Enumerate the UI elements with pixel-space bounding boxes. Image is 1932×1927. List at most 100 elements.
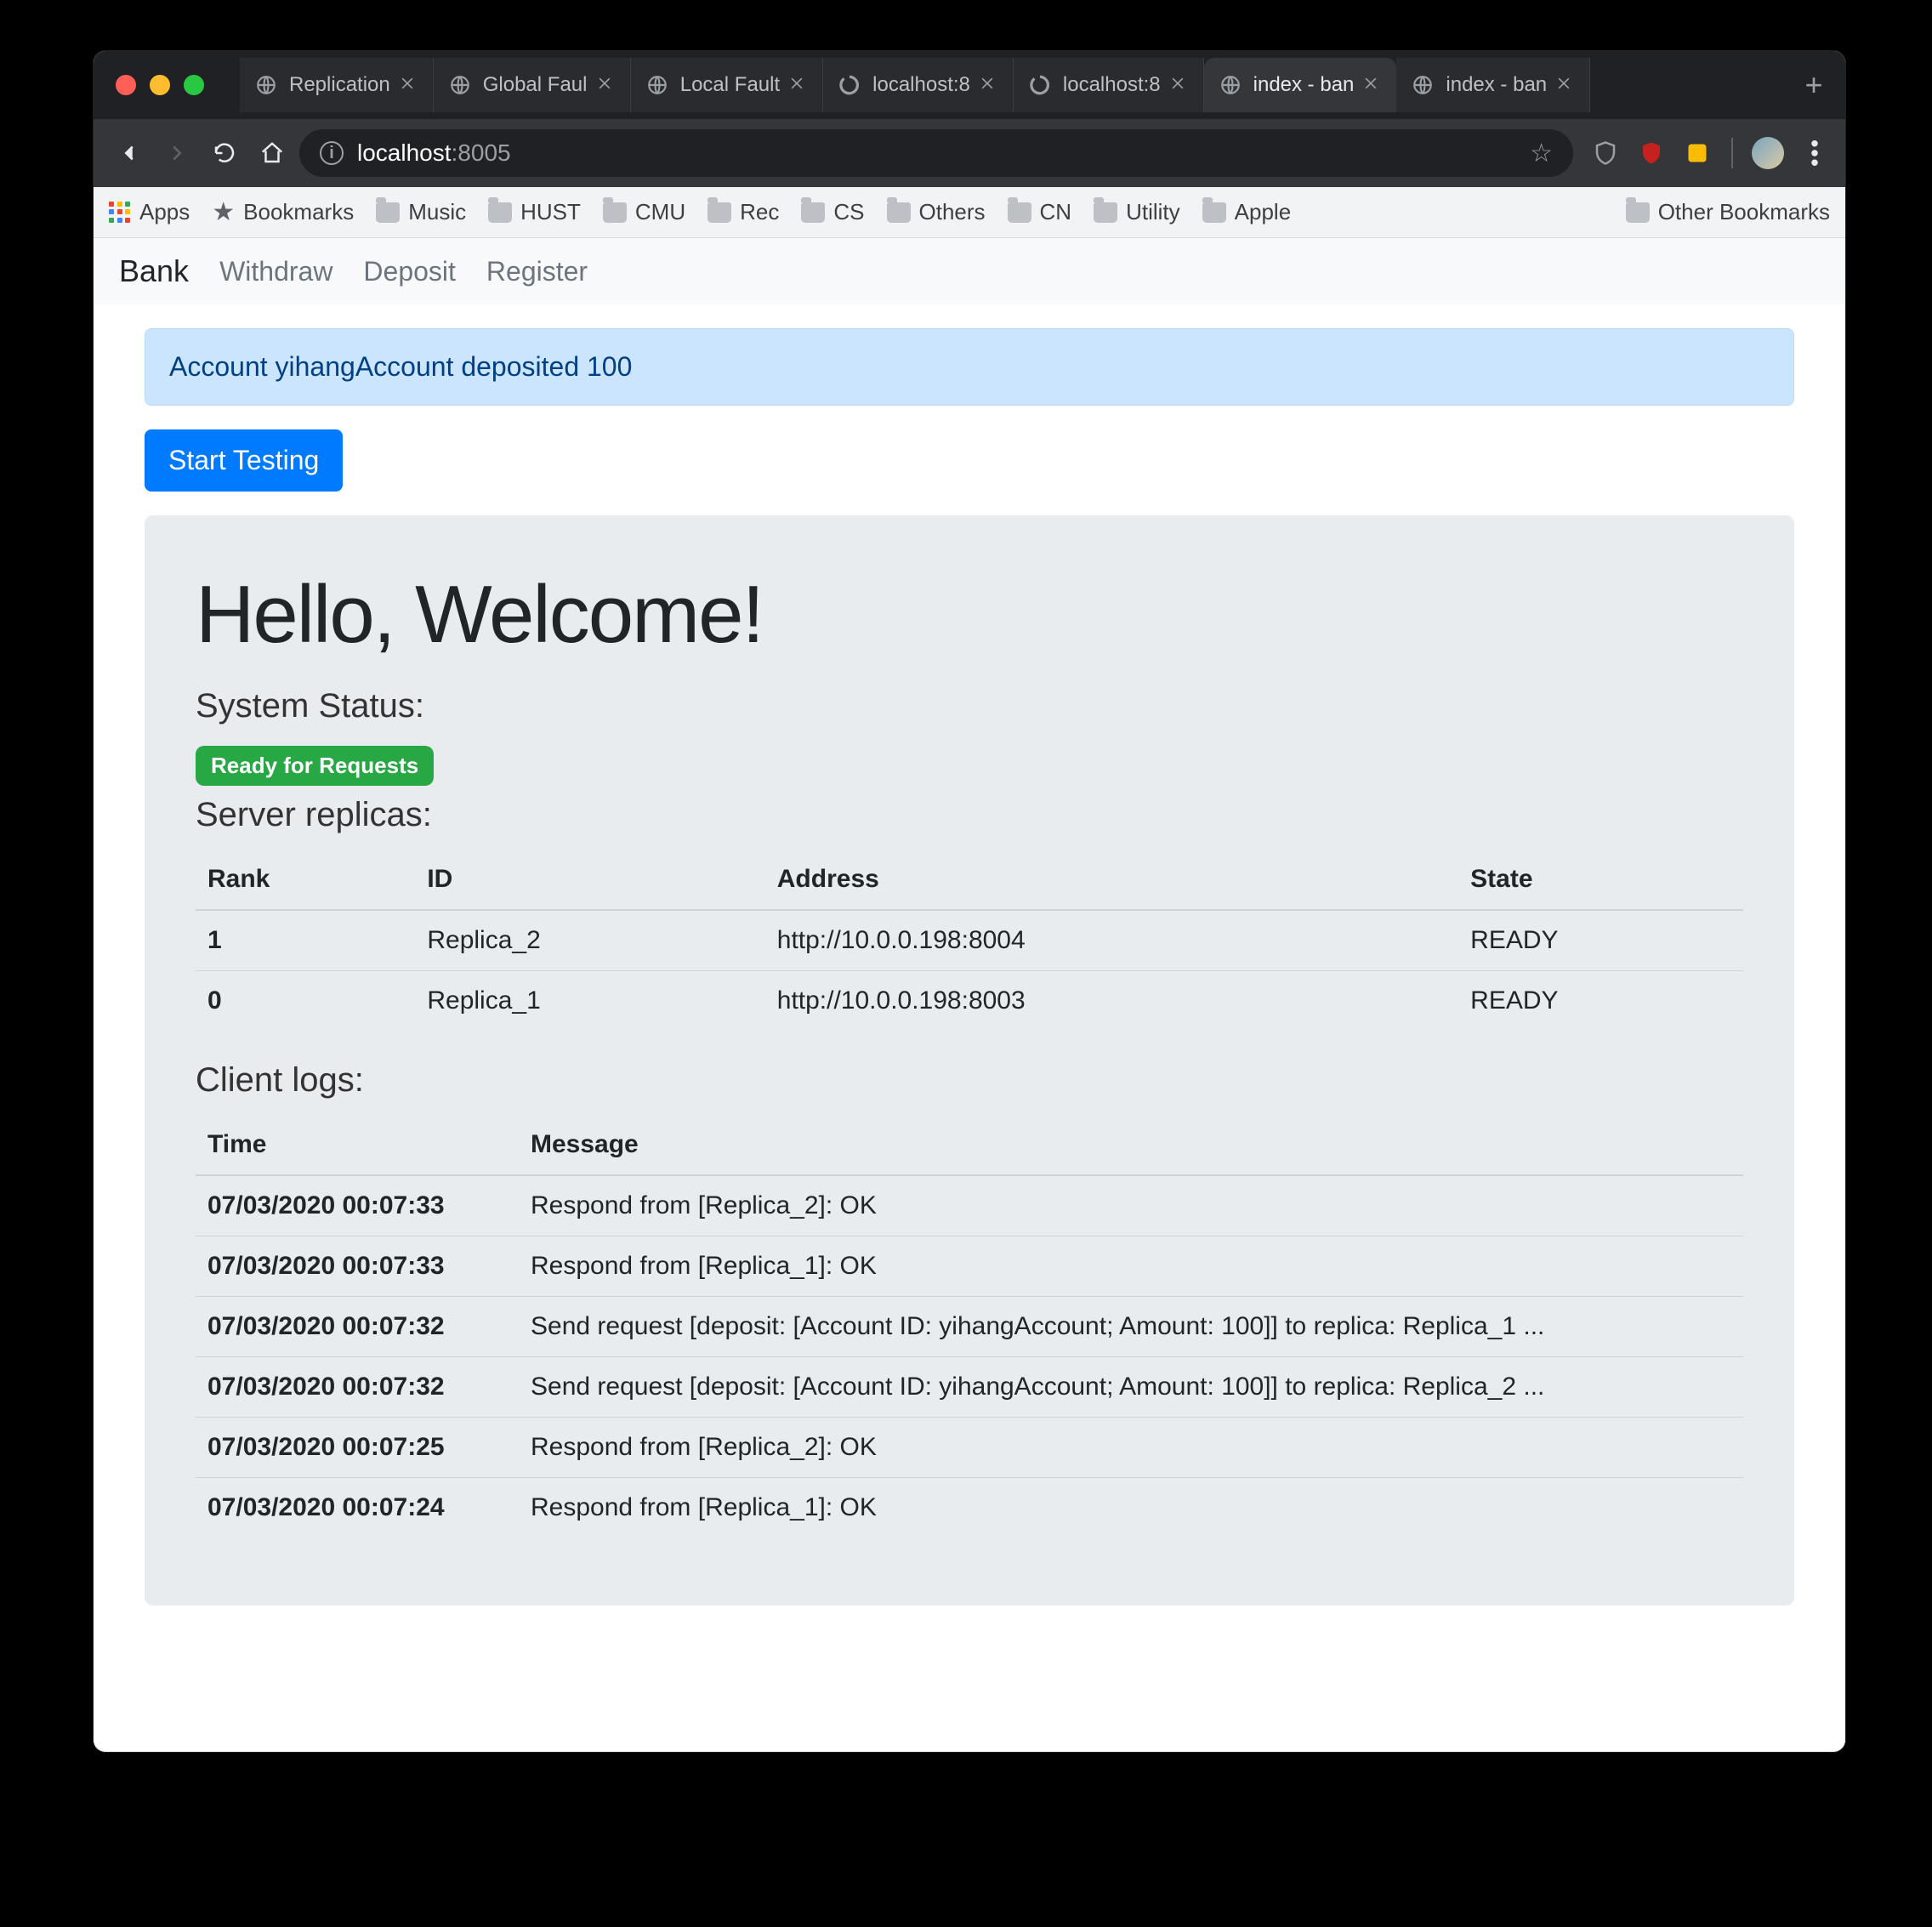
folder-icon	[707, 202, 731, 223]
profile-avatar[interactable]	[1752, 137, 1784, 169]
new-tab-button[interactable]: +	[1793, 64, 1835, 106]
close-tab-button[interactable]	[979, 74, 1001, 96]
tab-title: Replication	[289, 73, 390, 97]
cell-message: Send request [deposit: [Account ID: yiha…	[519, 1357, 1743, 1418]
cell-time: 07/03/2020 00:07:33	[196, 1175, 519, 1236]
col-message: Message	[519, 1115, 1743, 1175]
globe-icon	[255, 74, 277, 96]
col-time: Time	[196, 1115, 519, 1175]
browser-tab[interactable]: Global Fault	[434, 58, 631, 112]
maximize-window-button[interactable]	[184, 75, 204, 95]
folder-icon	[376, 202, 400, 223]
viewport[interactable]: Bank Withdraw Deposit Register Account y…	[94, 238, 1845, 1752]
close-tab-button[interactable]	[788, 74, 810, 96]
browser-tab[interactable]: Replication	[240, 58, 434, 112]
nav-register[interactable]: Register	[486, 256, 588, 287]
apps-shortcut[interactable]: Apps	[109, 199, 190, 225]
table-row: 07/03/2020 00:07:24Respond from [Replica…	[196, 1478, 1743, 1538]
cell-time: 07/03/2020 00:07:32	[196, 1357, 519, 1418]
close-tab-button[interactable]	[596, 74, 618, 96]
start-testing-button[interactable]: Start Testing	[145, 429, 343, 492]
minimize-window-button[interactable]	[150, 75, 170, 95]
cell-state: READY	[1458, 971, 1743, 1032]
tab-strip: Replication Global Fault Local Fault localh…	[240, 58, 1779, 112]
cell-state: READY	[1458, 910, 1743, 971]
cell-time: 07/03/2020 00:07:24	[196, 1478, 519, 1538]
bookmark-label: Apps	[139, 199, 190, 225]
bookmark-label: Utility	[1126, 199, 1180, 225]
browser-menu-button[interactable]	[1799, 138, 1830, 168]
nav-deposit[interactable]: Deposit	[363, 256, 456, 287]
cell-address: http://10.0.0.198:8003	[765, 971, 1458, 1032]
tab-title: Global Fault	[483, 73, 588, 97]
server-replicas-label: Server replicas:	[196, 796, 1743, 834]
table-row: 07/03/2020 00:07:32Send request [deposit…	[196, 1297, 1743, 1357]
col-rank: Rank	[196, 850, 415, 910]
bookmark-folder[interactable]: Others	[887, 199, 986, 225]
extension-shield-icon[interactable]	[1590, 138, 1621, 168]
status-badge: Ready for Requests	[196, 746, 434, 786]
bookmark-star-icon[interactable]: ☆	[1530, 139, 1553, 168]
bookmark-folder[interactable]: Apple	[1202, 199, 1292, 225]
tab-title: index - ban	[1253, 73, 1355, 97]
bookmark-folder[interactable]: HUST	[488, 199, 581, 225]
bookmark-folder[interactable]: Utility	[1094, 199, 1180, 225]
back-button[interactable]	[109, 133, 150, 173]
col-id: ID	[415, 850, 764, 910]
col-state: State	[1458, 850, 1743, 910]
system-status-label: System Status:	[196, 687, 1743, 725]
address-bar[interactable]: i localhost:8005 ☆	[299, 129, 1573, 177]
tab-title: localhost:8	[872, 73, 970, 97]
alert-text: Account yihangAccount deposited 100	[169, 351, 632, 382]
site-navbar: Bank Withdraw Deposit Register	[94, 238, 1845, 304]
cell-time: 07/03/2020 00:07:33	[196, 1236, 519, 1297]
cell-time: 07/03/2020 00:07:32	[196, 1297, 519, 1357]
bookmark-label: Others	[919, 199, 986, 225]
other-bookmarks[interactable]: Other Bookmarks	[1626, 199, 1830, 225]
jumbotron: Hello, Welcome! System Status: Ready for…	[145, 515, 1794, 1606]
reload-button[interactable]	[204, 133, 245, 173]
url-host: localhost	[357, 139, 452, 167]
table-row: 07/03/2020 00:07:25Respond from [Replica…	[196, 1418, 1743, 1478]
globe-icon	[1219, 74, 1242, 96]
browser-tab[interactable]: index - ban	[1204, 58, 1397, 112]
bookmark-label: CMU	[635, 199, 685, 225]
globe-icon	[449, 74, 471, 96]
bookmark-label: CS	[833, 199, 864, 225]
bookmark-label: CN	[1040, 199, 1072, 225]
browser-tab[interactable]: localhost:8	[823, 58, 1014, 112]
site-info-icon[interactable]: i	[320, 141, 344, 165]
forward-button[interactable]	[156, 133, 197, 173]
bookmark-folder[interactable]: CS	[801, 199, 864, 225]
close-tab-button[interactable]	[399, 74, 421, 96]
bookmark-folder[interactable]: Rec	[707, 199, 779, 225]
bookmark-folder[interactable]: CN	[1008, 199, 1072, 225]
browser-tab[interactable]: index - ban	[1396, 58, 1590, 112]
brand[interactable]: Bank	[119, 253, 189, 289]
bookmark-label: Apple	[1235, 199, 1292, 225]
close-window-button[interactable]	[116, 75, 136, 95]
apps-icon	[109, 202, 131, 224]
close-tab-button[interactable]	[1169, 74, 1191, 96]
folder-icon	[887, 202, 911, 223]
browser-tab[interactable]: Local Fault	[631, 58, 823, 112]
extension-note-icon[interactable]	[1682, 138, 1713, 168]
cell-address: http://10.0.0.198:8004	[765, 910, 1458, 971]
bookmark-folder[interactable]: Music	[376, 199, 466, 225]
bookmark-label: Rec	[740, 199, 779, 225]
main-container: Account yihangAccount deposited 100 Star…	[94, 304, 1845, 1629]
client-logs-label: Client logs:	[196, 1061, 1743, 1100]
cell-message: Respond from [Replica_1]: OK	[519, 1236, 1743, 1297]
tab-title: localhost:8	[1063, 73, 1161, 97]
replicas-table: Rank ID Address State 1Replica_2http://1…	[196, 850, 1743, 1031]
separator	[1731, 138, 1733, 168]
home-button[interactable]	[252, 133, 293, 173]
bookmark-item[interactable]: ★Bookmarks	[212, 197, 354, 227]
bookmark-folder[interactable]: CMU	[603, 199, 685, 225]
close-tab-button[interactable]	[1362, 74, 1384, 96]
browser-tab[interactable]: localhost:8	[1014, 58, 1204, 112]
nav-withdraw[interactable]: Withdraw	[219, 256, 332, 287]
extension-ublock-icon[interactable]	[1636, 138, 1667, 168]
close-tab-button[interactable]	[1555, 74, 1577, 96]
table-row: 0Replica_1http://10.0.0.198:8003READY	[196, 971, 1743, 1032]
